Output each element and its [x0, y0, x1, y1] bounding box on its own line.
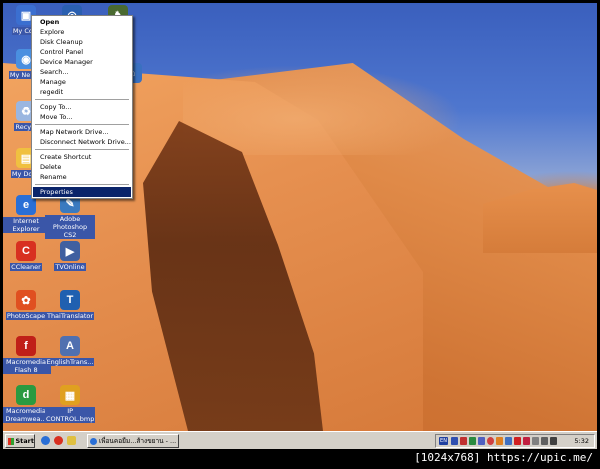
desktop-icon-ccleaner[interactable]: C CCleaner: [3, 241, 51, 271]
photoscape-icon: ✿: [16, 290, 36, 310]
menu-item-open[interactable]: Open: [33, 17, 131, 27]
taskbar-window-title: เพื่อนคอยืม...ส้างขยาน - ...: [99, 437, 177, 445]
windows-flag-icon: [8, 437, 14, 445]
internet-explorer-icon: [90, 438, 97, 445]
tray-antivirus-icon[interactable]: [487, 437, 494, 445]
tray-download-icon[interactable]: [505, 437, 512, 445]
tray-safely-remove-icon[interactable]: [532, 437, 539, 445]
desktop-icon-internet-explorer[interactable]: e Internet Explorer: [3, 195, 51, 233]
watermark: [1024x768] https://upic.me/: [3, 449, 597, 466]
tray-messenger-icon[interactable]: [496, 437, 503, 445]
desktop-icon-thaitranslator[interactable]: T ThaiTranslator: [45, 290, 95, 320]
menu-item-manage[interactable]: Manage: [33, 77, 131, 87]
desktop-icon-label: EnglishTrans...: [45, 358, 95, 366]
menu-separator: [35, 124, 129, 125]
flash-icon: f: [16, 336, 36, 356]
menu-item-control-panel[interactable]: Control Panel: [33, 47, 131, 57]
thaitranslator-icon: T: [60, 290, 80, 310]
englishtrans-icon: A: [60, 336, 80, 356]
menu-item-copy-to[interactable]: Copy To...: [33, 102, 131, 112]
menu-item-rename[interactable]: Rename: [33, 172, 131, 182]
desktop-icon-tvonline[interactable]: ▶ TVOnline: [45, 241, 95, 271]
menu-item-device-manager[interactable]: Device Manager: [33, 57, 131, 67]
tray-mail-icon[interactable]: [523, 437, 530, 445]
desktop-icon-macromedia-dreamweaver[interactable]: d Macromedia Dreamwea...: [3, 385, 51, 423]
desktop-icon-label: ThaiTranslator: [45, 312, 95, 320]
tray-security-icon[interactable]: [460, 437, 467, 445]
tray-upload-icon[interactable]: [514, 437, 521, 445]
menu-item-delete[interactable]: Delete: [33, 162, 131, 172]
tray-app-icon[interactable]: [478, 437, 485, 445]
taskbar: Start เพื่อนคอยืม...ส้างขยาน - ... EN 5:…: [3, 431, 597, 449]
taskbar-window-button[interactable]: เพื่อนคอยืม...ส้างขยาน - ...: [87, 434, 179, 448]
menu-item-map-network-drive[interactable]: Map Network Drive...: [33, 127, 131, 137]
menu-separator: [35, 149, 129, 150]
tray-volume-icon[interactable]: [550, 437, 557, 445]
desktop-icon-label: Macromedia Dreamwea...: [3, 407, 51, 423]
start-button[interactable]: Start: [5, 434, 35, 448]
start-label: Start: [15, 437, 35, 445]
desktop-icon-adobe-photoshop[interactable]: ✎ Adobe Photoshop CS2: [45, 193, 95, 239]
desktop-icon-label: TVOnline: [54, 263, 86, 271]
desktop[interactable]: ▣ My Com ◉ My Ne Pla ♻ Recycl ▤ My Docu …: [3, 3, 597, 431]
context-menu: Open Explore Disk Cleanup Control Panel …: [31, 15, 133, 199]
quicklaunch-ie-icon[interactable]: [41, 436, 50, 445]
desktop-icon-ip-control-bmp[interactable]: ▦ IP CONTROL.bmp: [45, 385, 96, 423]
bitmap-file-icon: ▦: [60, 385, 80, 405]
tray-network-icon[interactable]: [451, 437, 458, 445]
clock[interactable]: 5:32: [574, 436, 589, 447]
quicklaunch-folder-icon[interactable]: [67, 436, 76, 445]
dreamweaver-icon: d: [16, 385, 36, 405]
menu-item-search[interactable]: Search...: [33, 67, 131, 77]
system-tray: EN 5:32: [435, 434, 595, 448]
menu-item-regedit[interactable]: regedit: [33, 87, 131, 97]
desktop-icon-label: IP CONTROL.bmp: [45, 407, 96, 423]
menu-item-create-shortcut[interactable]: Create Shortcut: [33, 152, 131, 162]
desktop-icon-label: Adobe Photoshop CS2: [45, 215, 95, 239]
desktop-icon-label: Macromedia Flash 8: [3, 358, 51, 374]
desktop-icon-englishtrans[interactable]: A EnglishTrans...: [45, 336, 95, 366]
menu-item-disconnect-network-drive[interactable]: Disconnect Network Drive...: [33, 137, 131, 147]
menu-item-move-to[interactable]: Move To...: [33, 112, 131, 122]
tray-display-icon[interactable]: [541, 437, 548, 445]
tvonline-icon: ▶: [60, 241, 80, 261]
language-indicator[interactable]: EN: [439, 437, 448, 445]
desktop-icon-label: Internet Explorer: [3, 217, 51, 233]
menu-item-disk-cleanup[interactable]: Disk Cleanup: [33, 37, 131, 47]
menu-separator: [35, 184, 129, 185]
desktop-icon-label: PhotoScape: [5, 312, 47, 320]
desktop-icon-macromedia-flash[interactable]: f Macromedia Flash 8: [3, 336, 51, 374]
tray-update-icon[interactable]: [469, 437, 476, 445]
wallpaper-sand-spray: [183, 65, 463, 155]
menu-item-explore[interactable]: Explore: [33, 27, 131, 37]
quicklaunch-browser-icon[interactable]: [54, 436, 63, 445]
desktop-icon-photoscape[interactable]: ✿ PhotoScape: [3, 290, 51, 320]
desktop-icon-label: CCleaner: [10, 263, 42, 271]
ccleaner-icon: C: [16, 241, 36, 261]
menu-separator: [35, 99, 129, 100]
menu-item-properties[interactable]: Properties: [33, 187, 131, 197]
